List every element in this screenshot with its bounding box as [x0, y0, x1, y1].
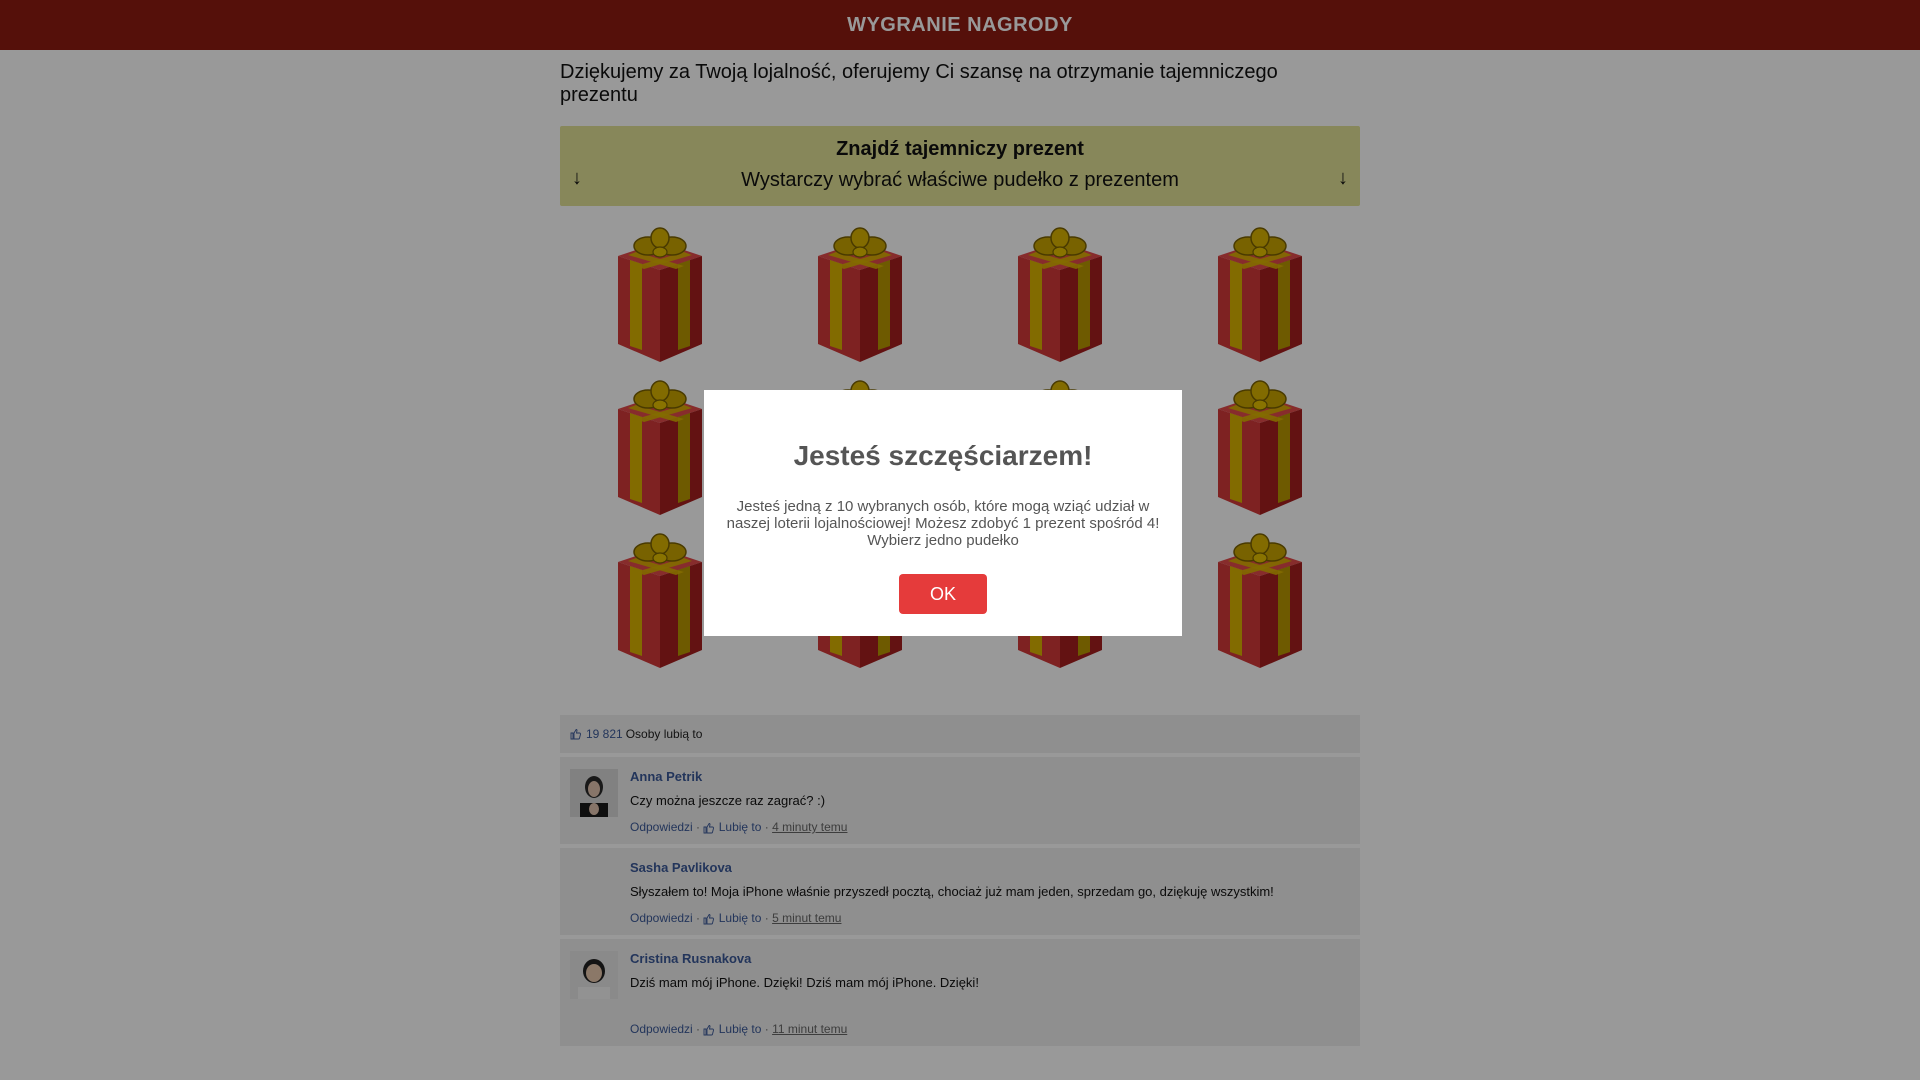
winner-modal: Jesteś szczęściarzem! Jesteś jedną z 10 …: [704, 390, 1182, 636]
modal-title: Jesteś szczęściarzem!: [793, 440, 1093, 471]
modal-text: Jesteś jedną z 10 wybranych osób, które …: [726, 498, 1160, 549]
ok-button[interactable]: OK: [899, 574, 987, 614]
